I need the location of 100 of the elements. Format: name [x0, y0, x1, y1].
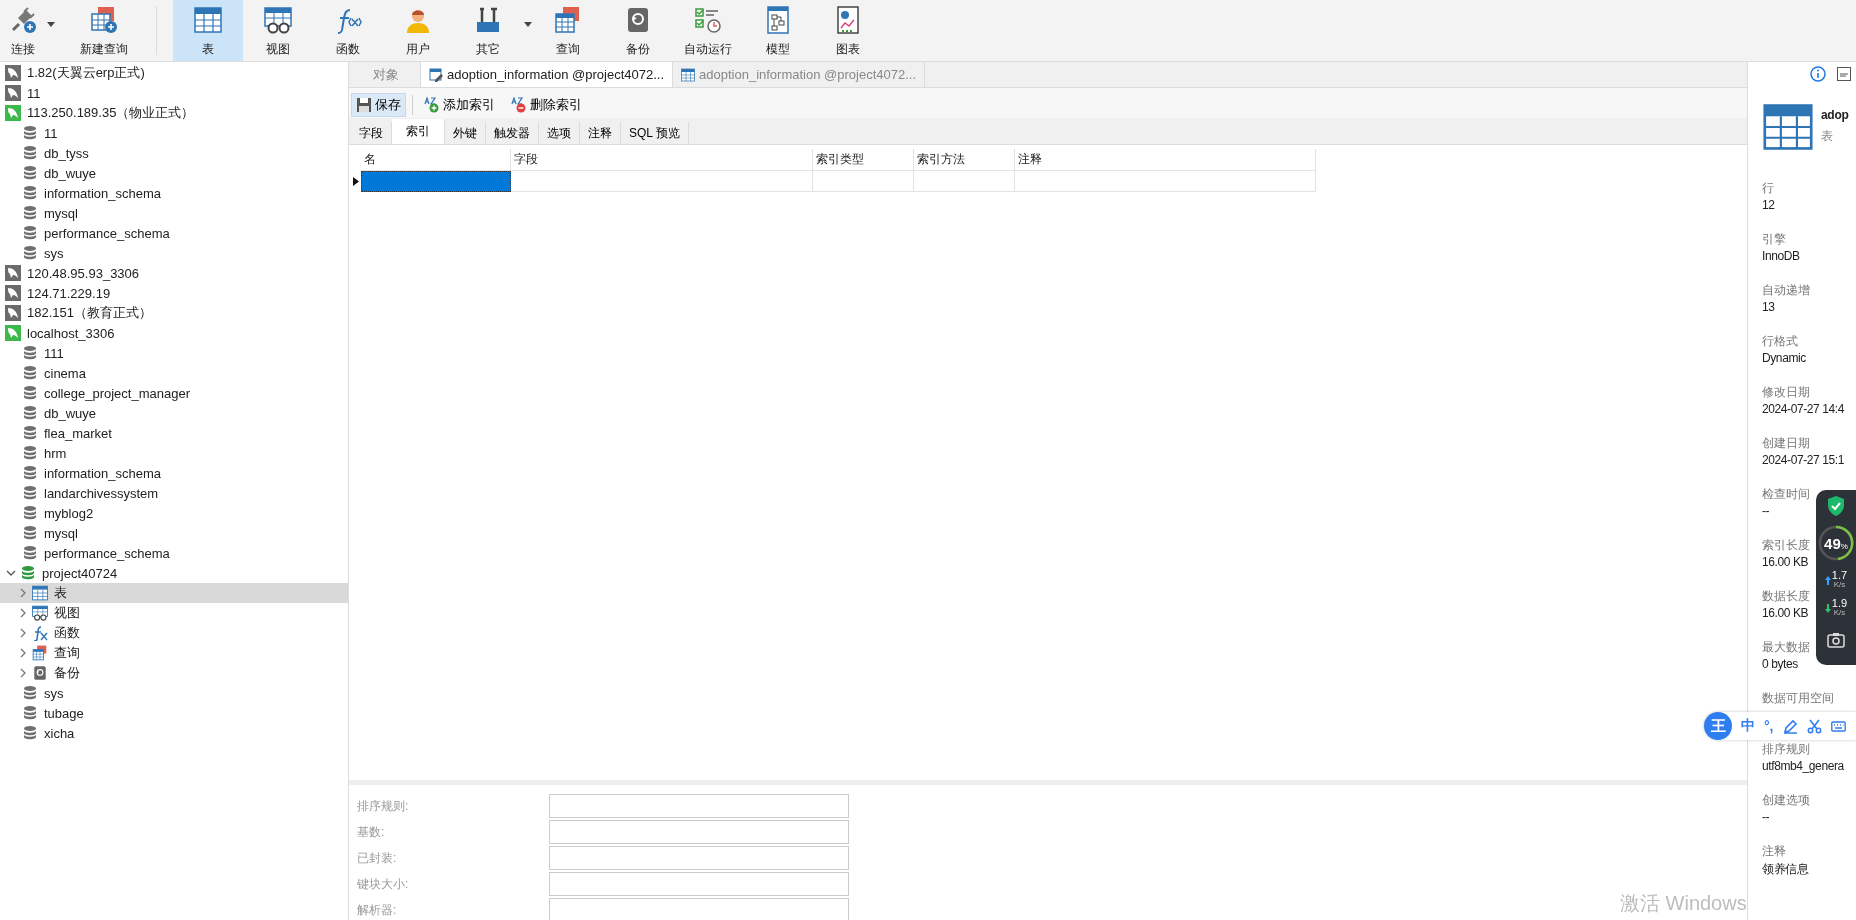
tree-item[interactable]: 113.250.189.35（物业正式）: [0, 103, 348, 123]
tree-item[interactable]: db_wuye: [0, 403, 348, 423]
tree-item[interactable]: localhost_3306: [0, 323, 348, 343]
tree-item[interactable]: 11: [0, 123, 348, 143]
tree-item[interactable]: information_schema: [0, 463, 348, 483]
toolbar-button[interactable]: 图表: [813, 0, 883, 61]
property-value: 16.00 KB: [1762, 606, 1809, 620]
toolbar-button[interactable]: 其它: [453, 0, 533, 61]
tree-item[interactable]: cinema: [0, 363, 348, 383]
toolbar-button[interactable]: 添加索引: [419, 93, 500, 117]
field-label: 基数:: [357, 823, 386, 841]
tree-item[interactable]: flea_market: [0, 423, 348, 443]
info-icon: [1810, 66, 1826, 82]
security-widget[interactable]: 49% 1.7 K/s 1.9 K/s: [1816, 490, 1856, 665]
document-tab[interactable]: adoption_information @project4072...: [421, 62, 673, 87]
speed-value: 1.9: [1831, 598, 1848, 608]
tree-item[interactable]: mysql: [0, 523, 348, 543]
punctuation-mode[interactable]: °,: [1764, 718, 1774, 734]
tree-item[interactable]: hrm: [0, 443, 348, 463]
tree-item[interactable]: db_wuye: [0, 163, 348, 183]
percent-text: 49%: [1824, 534, 1848, 552]
toolbar-button[interactable]: 删除索引: [506, 93, 587, 117]
table-icon: [32, 585, 48, 601]
property-value: 0 bytes: [1762, 657, 1798, 671]
download-arrow-icon: [1824, 603, 1831, 613]
toolbar-button[interactable]: 表: [173, 0, 243, 61]
tree-item[interactable]: myblog2: [0, 503, 348, 523]
checklist-clock-icon: [694, 6, 722, 34]
table-icon: [32, 645, 48, 661]
property-label: 索引长度: [1762, 537, 1810, 554]
tree-item[interactable]: 111: [0, 343, 348, 363]
toolbar-button[interactable]: 保存: [351, 93, 406, 117]
tree-item[interactable]: performance_schema: [0, 223, 348, 243]
toolbar-button[interactable]: 新建查询: [69, 0, 139, 61]
table-name: adop: [1821, 108, 1849, 122]
sort-plus-icon: [424, 97, 440, 113]
table-icon: [681, 67, 695, 82]
table-icon: [1762, 102, 1814, 152]
tree-item[interactable]: 表: [0, 583, 348, 603]
tree-item[interactable]: 124.71.229.19: [0, 283, 348, 303]
input-field[interactable]: [549, 898, 849, 920]
tree-item[interactable]: sys: [0, 243, 348, 263]
property-label: 行: [1762, 180, 1774, 197]
input-field[interactable]: [549, 872, 849, 896]
speed-value: 1.7: [1831, 570, 1848, 580]
toolbar-button[interactable]: 连接: [0, 0, 56, 61]
camera-icon: [1827, 632, 1845, 648]
property-value: 2024-07-27 14:4: [1762, 402, 1845, 416]
field-label: 已封装:: [357, 849, 398, 867]
speed-unit: K/s: [1833, 580, 1846, 590]
sort-minus-icon: [511, 97, 527, 113]
input-mode[interactable]: 中: [1741, 717, 1755, 735]
toolbar-button[interactable]: 视图: [243, 0, 313, 61]
tree-item[interactable]: 1.82(天翼云erp正式): [0, 63, 348, 83]
function-icon: [32, 625, 48, 641]
tree-item[interactable]: xicha: [0, 723, 348, 743]
toolbar-button[interactable]: 用户: [383, 0, 453, 61]
table-cell[interactable]: [361, 171, 511, 192]
tree-item[interactable]: 备份: [0, 663, 348, 683]
toolbar-button[interactable]: 函数: [313, 0, 383, 61]
upload-arrow-icon: [1824, 575, 1831, 585]
tree-item[interactable]: 11: [0, 83, 348, 103]
tree-item[interactable]: 182.151（教育正式）: [0, 303, 348, 323]
tree-item[interactable]: 函数: [0, 623, 348, 643]
table-icon: [194, 6, 222, 34]
property-label: 排序规则: [1762, 741, 1810, 758]
tree-item[interactable]: sys: [0, 683, 348, 703]
property-label: 创建选项: [1762, 792, 1810, 809]
tree-item[interactable]: tubage: [0, 703, 348, 723]
property-value: --: [1762, 810, 1770, 824]
tree-item[interactable]: 查询: [0, 643, 348, 663]
input-field[interactable]: [549, 820, 849, 844]
table-glasses-icon: [32, 605, 48, 621]
tree-item[interactable]: performance_schema: [0, 543, 348, 563]
document-icon: [1836, 66, 1852, 82]
tree-item[interactable]: db_tyss: [0, 143, 348, 163]
input-field[interactable]: [549, 846, 849, 870]
property-value: 16.00 KB: [1762, 555, 1809, 569]
activation-notice: 激活 Windows: [1620, 891, 1747, 916]
tree-item[interactable]: landarchivessystem: [0, 483, 348, 503]
toolbar-button[interactable]: 查询: [533, 0, 603, 61]
tab[interactable]: 索引: [392, 119, 445, 144]
property-label: 最大数据: [1762, 639, 1810, 656]
ime-logo[interactable]: 王: [1704, 712, 1732, 740]
gauge-ring-icon: [1817, 524, 1855, 562]
input-field[interactable]: [549, 794, 849, 818]
tree-item[interactable]: 视图: [0, 603, 348, 623]
shield-icon: [1827, 496, 1845, 516]
column-header: 索引方法: [914, 149, 1015, 171]
tree-item[interactable]: college_project_manager: [0, 383, 348, 403]
tree-item[interactable]: 120.48.95.93_3306: [0, 263, 348, 283]
toolbar-button[interactable]: 模型: [743, 0, 813, 61]
toolbar-button[interactable]: 备份: [603, 0, 673, 61]
tree-item[interactable]: project40724: [0, 563, 348, 583]
toolbar-button[interactable]: 自动运行: [673, 0, 743, 61]
backup-icon: [32, 665, 48, 681]
tree-item[interactable]: information_schema: [0, 183, 348, 203]
tree-item[interactable]: mysql: [0, 203, 348, 223]
property-label: 引擎: [1762, 231, 1786, 248]
plug-icon: [9, 6, 37, 34]
